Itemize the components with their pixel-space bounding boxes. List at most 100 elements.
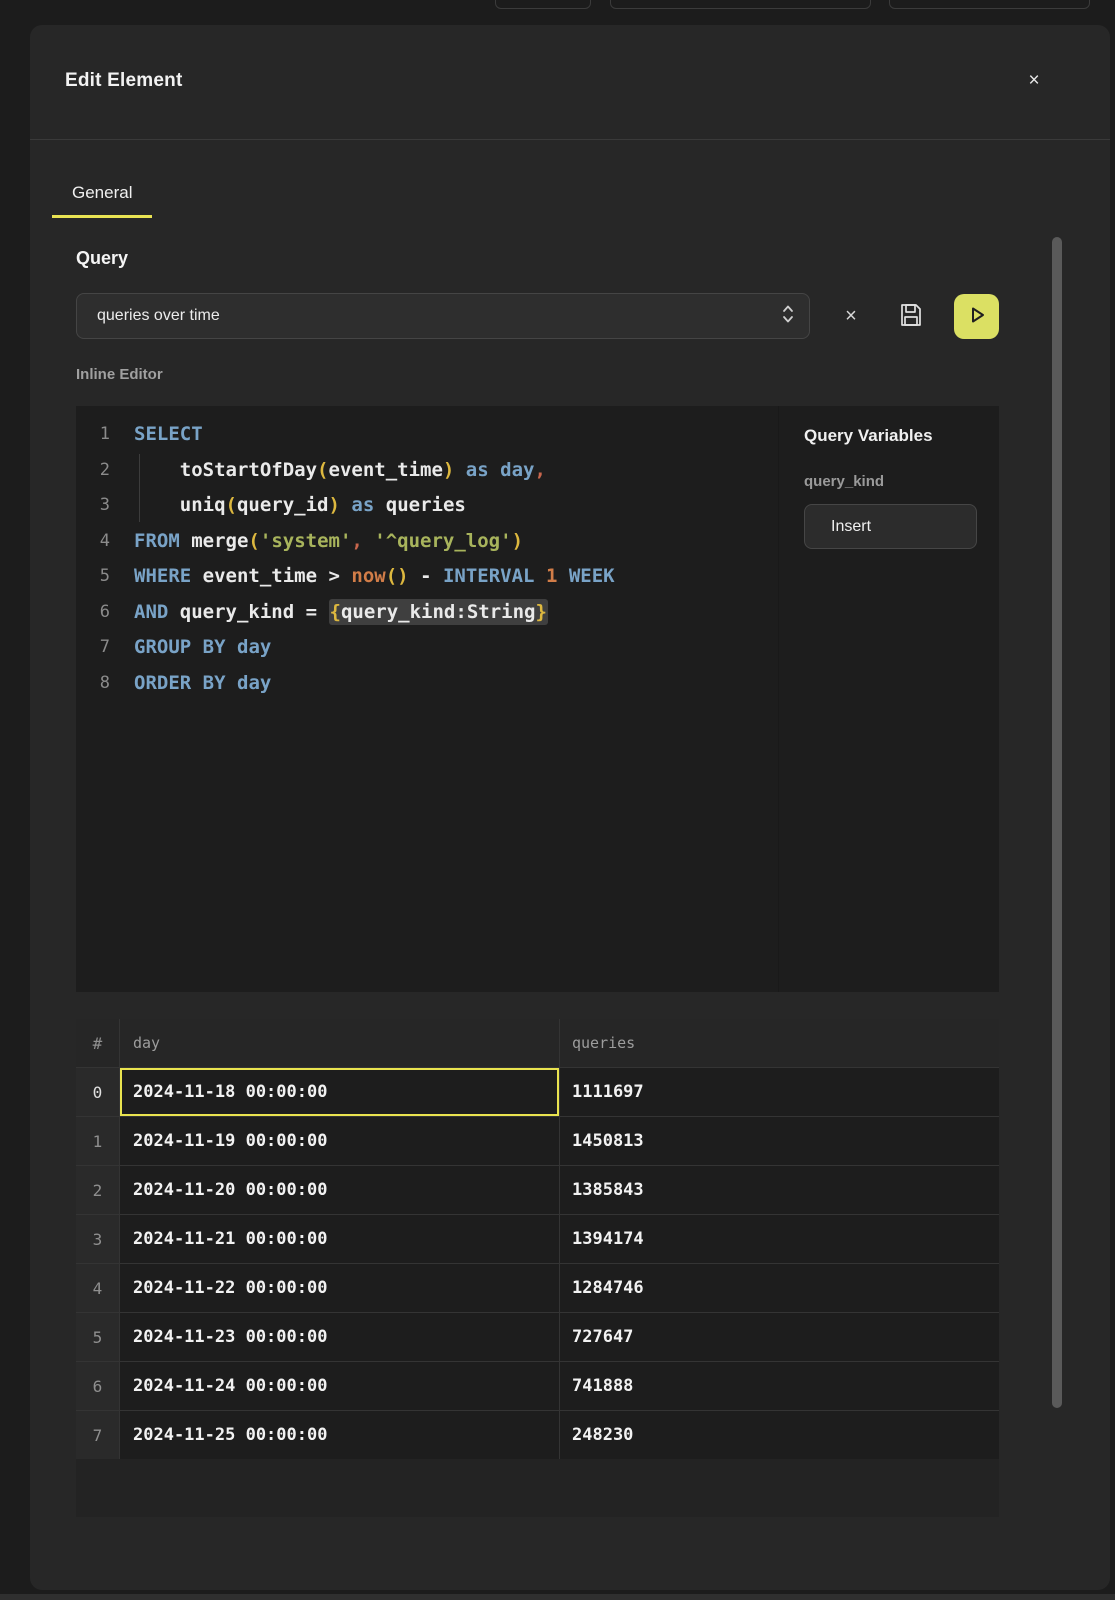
table-row[interactable]: 12024-11-19 00:00:001450813 [76, 1116, 999, 1165]
day-cell[interactable]: 2024-11-25 00:00:00 [120, 1410, 560, 1459]
insert-variable-button[interactable]: Insert [804, 504, 977, 549]
queries-cell[interactable]: 1385843 [560, 1165, 999, 1214]
table-row[interactable]: 52024-11-23 00:00:00727647 [76, 1312, 999, 1361]
code-token: ) [512, 530, 523, 552]
code-token: () [386, 565, 409, 587]
code-token: query_kind [180, 601, 294, 623]
code-token: WHERE [134, 565, 191, 587]
table-header-row: #dayqueries [76, 1019, 999, 1067]
code-line-text: ORDER BY day [110, 666, 271, 702]
edit-element-modal: Edit Element × General Query queries ove… [30, 25, 1110, 1590]
code-token: uniq [180, 494, 226, 516]
code-line-text: uniq(query_id) as queries [110, 488, 466, 524]
table-row[interactable]: 42024-11-22 00:00:001284746 [76, 1263, 999, 1312]
row-index-cell: 1 [76, 1116, 120, 1165]
code-line[interactable]: 5WHERE event_time > now() - INTERVAL 1 W… [76, 559, 778, 595]
queries-cell[interactable]: 727647 [560, 1312, 999, 1361]
day-cell[interactable]: 2024-11-21 00:00:00 [120, 1214, 560, 1263]
table-row[interactable]: 32024-11-21 00:00:001394174 [76, 1214, 999, 1263]
code-token: BY [203, 672, 226, 694]
table-row[interactable]: 22024-11-20 00:00:001385843 [76, 1165, 999, 1214]
chevron-updown-icon [781, 303, 795, 330]
code-token [363, 530, 374, 552]
code-line[interactable]: 8ORDER BY day [76, 666, 778, 702]
line-number: 2 [76, 453, 110, 489]
code-token [191, 672, 202, 694]
code-token: , [351, 530, 362, 552]
line-number: 3 [76, 488, 110, 524]
day-cell[interactable]: 2024-11-24 00:00:00 [120, 1361, 560, 1410]
code-token: now [351, 565, 385, 587]
code-line[interactable]: 6AND query_kind = {query_kind:String} [76, 595, 778, 631]
table-footer [76, 1459, 999, 1517]
table-body: 02024-11-18 00:00:00111169712024-11-19 0… [76, 1067, 999, 1459]
save-button[interactable] [894, 299, 928, 333]
run-query-button[interactable] [954, 294, 999, 339]
column-header-queries: queries [560, 1019, 999, 1067]
modal-scrollbar[interactable] [1052, 237, 1062, 1408]
day-cell[interactable]: 2024-11-20 00:00:00 [120, 1165, 560, 1214]
clear-query-button[interactable]: × [836, 301, 866, 331]
code-line-text: toStartOfDay(event_time) as day, [110, 453, 546, 489]
code-token: WEEK [569, 565, 615, 587]
code-line[interactable]: 4FROM merge('system', '^query_log') [76, 524, 778, 560]
code-token [226, 672, 237, 694]
day-cell-selected[interactable]: 2024-11-18 00:00:00 [120, 1067, 560, 1116]
table-row[interactable]: 72024-11-25 00:00:00248230 [76, 1410, 999, 1459]
code-line[interactable]: 1 SELECT [76, 417, 778, 453]
code-token [180, 530, 191, 552]
code-line[interactable]: 3 uniq(query_id) as queries [76, 488, 778, 524]
queries-cell[interactable]: 1111697 [560, 1067, 999, 1116]
query-variables-heading: Query Variables [804, 426, 999, 446]
code-token: 1 [546, 565, 557, 587]
query-select[interactable]: queries over time [76, 293, 810, 339]
tab-bar: General [52, 170, 1110, 218]
day-cell[interactable]: 2024-11-22 00:00:00 [120, 1263, 560, 1312]
query-variables-panel: Query Variables query_kind Insert [778, 406, 999, 992]
close-button[interactable]: × [1018, 65, 1050, 97]
queries-cell[interactable]: 248230 [560, 1410, 999, 1459]
table-row[interactable]: 02024-11-18 00:00:001111697 [76, 1067, 999, 1116]
line-number: 1 [76, 417, 110, 453]
code-line[interactable]: 2 toStartOfDay(event_time) as day, [76, 453, 778, 489]
query-selector-row: queries over time × [76, 293, 999, 339]
play-icon [966, 304, 988, 329]
code-token: SELECT [134, 423, 203, 445]
code-token: '^query_log' [374, 530, 511, 552]
row-index-cell: 0 [76, 1067, 120, 1116]
code-token [294, 601, 305, 623]
day-cell[interactable]: 2024-11-19 00:00:00 [120, 1116, 560, 1165]
code-token: query_id [237, 494, 329, 516]
code-token: INTERVAL [443, 565, 535, 587]
tab-general[interactable]: General [52, 170, 152, 218]
code-token: toStartOfDay [180, 459, 317, 481]
code-token [432, 565, 443, 587]
code-token [134, 459, 180, 481]
code-token: day [237, 672, 271, 694]
queries-cell[interactable]: 741888 [560, 1361, 999, 1410]
queries-cell[interactable]: 1450813 [560, 1116, 999, 1165]
row-index-cell: 5 [76, 1312, 120, 1361]
background-button [889, 0, 1090, 9]
sql-editor[interactable]: 1 SELECT 2 toStartOfDay(event_time) as day… [76, 406, 778, 992]
code-token [226, 636, 237, 658]
page-bottom-strip [0, 1594, 1115, 1600]
day-cell[interactable]: 2024-11-23 00:00:00 [120, 1312, 560, 1361]
code-lines: 1 SELECT 2 toStartOfDay(event_time) as day… [76, 417, 778, 701]
table-row[interactable]: 62024-11-24 00:00:00741888 [76, 1361, 999, 1410]
code-token [168, 601, 179, 623]
queries-cell[interactable]: 1394174 [560, 1214, 999, 1263]
row-index-cell: 6 [76, 1361, 120, 1410]
queries-cell[interactable]: 1284746 [560, 1263, 999, 1312]
variable-name-label: query_kind [804, 473, 999, 490]
modal-content: Query queries over time × [30, 248, 1110, 1517]
clear-icon: × [845, 305, 857, 328]
query-heading: Query [76, 248, 999, 269]
code-line-text: GROUP BY day [110, 630, 271, 666]
inline-editor-label: Inline Editor [76, 366, 999, 383]
line-number: 5 [76, 559, 110, 595]
code-line[interactable]: 7GROUP BY day [76, 630, 778, 666]
row-index-cell: 7 [76, 1410, 120, 1459]
code-token: as [466, 459, 489, 481]
background-toolbar [0, 0, 1115, 25]
